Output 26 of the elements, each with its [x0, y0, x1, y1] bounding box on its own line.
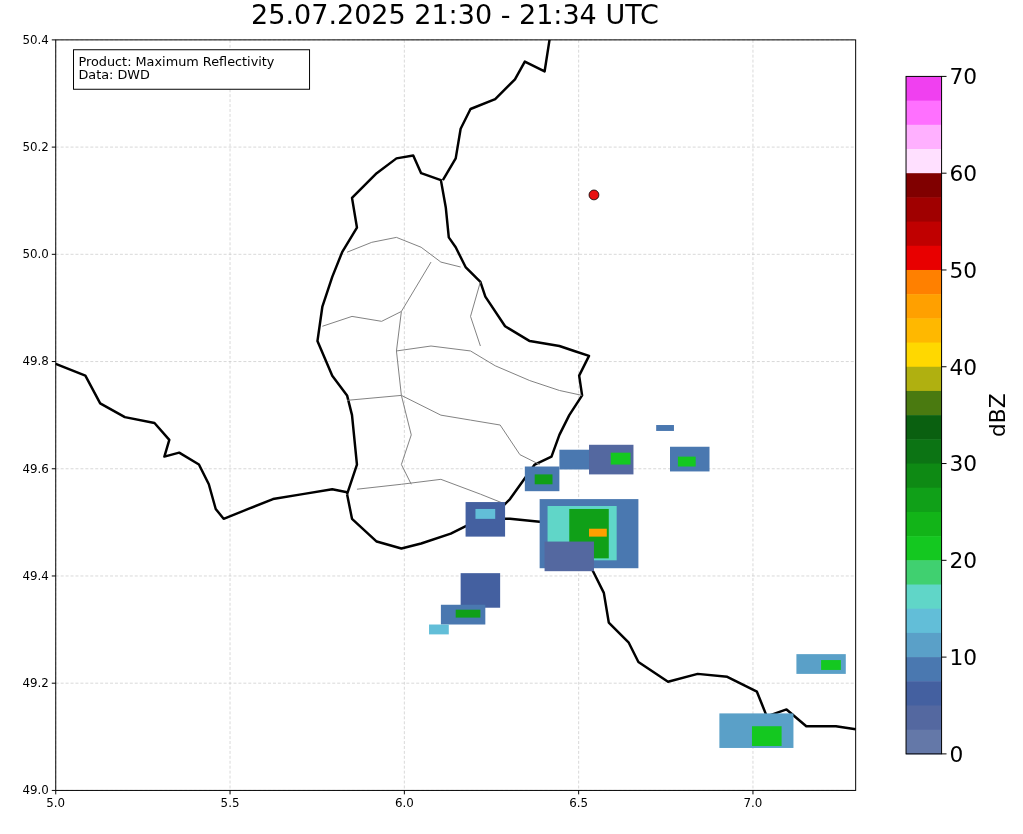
chart-title: 25.07.2025 21:30 - 21:34 UTC — [251, 0, 659, 30]
colorbar-label: dBZ — [984, 393, 1010, 437]
info-text: Data: DWD — [78, 67, 150, 83]
colorbar-tick-label: 10 — [949, 645, 978, 670]
x-tick-label: 7.0 — [743, 796, 763, 811]
y-tick-label: 50.4 — [22, 32, 49, 47]
y-tick-label: 50.0 — [22, 247, 49, 262]
y-tick-label: 49.8 — [22, 354, 49, 369]
colorbar-tick-label: 30 — [949, 451, 978, 477]
colorbar-tick-label: 40 — [949, 354, 978, 380]
colorbar-tick-label: 60 — [949, 161, 978, 187]
y-tick-label: 50.2 — [22, 140, 49, 155]
y-tick-label: 49.6 — [22, 461, 49, 476]
y-tick-label: 49.4 — [22, 568, 49, 583]
info-text: Product: Maximum Reflectivity — [78, 53, 275, 69]
x-tick-label: 5.0 — [46, 796, 66, 811]
colorbar-tick-label: 50 — [949, 257, 978, 283]
colorbar-tick-label: 70 — [949, 64, 978, 90]
colorbar-tick-label: 0 — [949, 741, 964, 767]
x-tick-label: 5.5 — [220, 796, 240, 811]
location-marker — [588, 189, 600, 201]
colorbar-tick-label: 20 — [949, 548, 978, 574]
y-tick-label: 49.2 — [22, 676, 49, 691]
x-tick-label: 6.0 — [394, 796, 414, 811]
y-tick-label: 49.0 — [22, 783, 49, 798]
x-tick-label: 6.5 — [569, 796, 589, 811]
